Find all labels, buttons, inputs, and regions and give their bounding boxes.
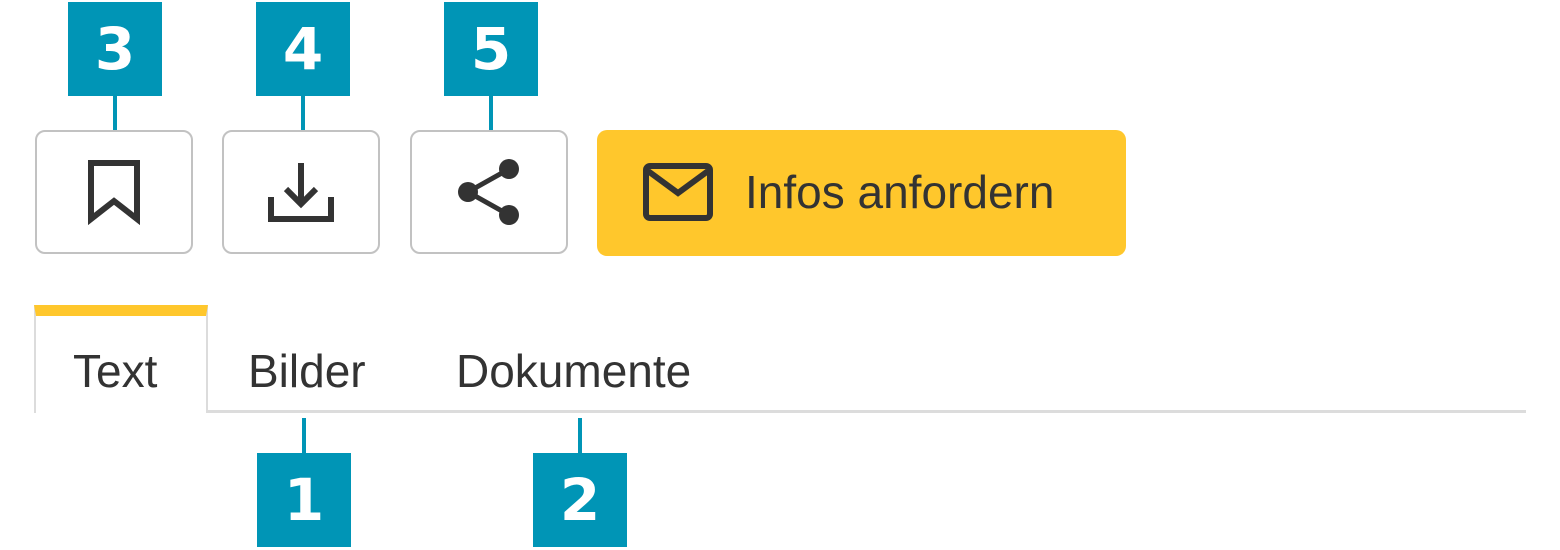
request-info-label: Infos anfordern bbox=[745, 166, 1055, 218]
share-button[interactable] bbox=[410, 130, 568, 254]
callout-leader-2 bbox=[578, 418, 582, 454]
callout-leader-4 bbox=[301, 96, 305, 130]
tab-dokumente[interactable]: Dokumente bbox=[456, 305, 691, 411]
tab-dokumente-label: Dokumente bbox=[456, 345, 692, 397]
callout-leader-1 bbox=[302, 418, 306, 454]
tab-bilder[interactable]: Bilder bbox=[248, 305, 366, 411]
callout-marker-5: 5 bbox=[444, 2, 538, 96]
bookmark-icon bbox=[88, 160, 140, 225]
bookmark-button[interactable] bbox=[35, 130, 193, 254]
request-info-button[interactable]: Infos anfordern bbox=[597, 130, 1126, 256]
download-icon bbox=[268, 163, 334, 222]
callout-leader-5 bbox=[489, 96, 493, 130]
tab-text-label: Text bbox=[73, 345, 158, 397]
callout-marker-1: 1 bbox=[257, 453, 351, 547]
callout-marker-2: 2 bbox=[533, 453, 627, 547]
callout-marker-4: 4 bbox=[256, 2, 350, 96]
callout-marker-3: 3 bbox=[68, 2, 162, 96]
share-icon bbox=[458, 159, 519, 225]
envelope-icon bbox=[643, 163, 713, 221]
download-button[interactable] bbox=[222, 130, 380, 254]
callout-leader-3 bbox=[113, 96, 117, 130]
tab-text[interactable]: Text bbox=[34, 305, 208, 413]
tab-bilder-label: Bilder bbox=[248, 345, 366, 397]
